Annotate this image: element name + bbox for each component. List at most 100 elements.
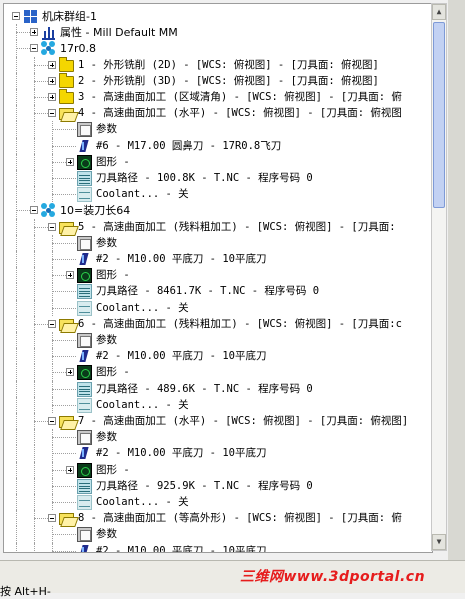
tree-row[interactable]: 图形 - (4, 461, 432, 479)
tool-icon (77, 252, 92, 267)
tree-connector-line (34, 153, 35, 170)
tree-connector-line (52, 129, 76, 131)
expand-icon[interactable] (66, 157, 74, 166)
tree-connector-line (34, 396, 35, 413)
tree-connector-line (34, 494, 35, 511)
tree-connector-line (16, 283, 17, 300)
scroll-down-button[interactable]: ▼ (432, 534, 446, 550)
tree-row[interactable]: 4 - 高速曲面加工 (水平) - [WCS: 俯视图] - [刀具面: 俯视图 (4, 105, 432, 122)
tree-row[interactable]: 图形 - (4, 153, 432, 171)
tree-row[interactable]: 刀具路径 - 100.8K - T.NC - 程序号码 0 (4, 170, 432, 187)
tree-connector-line (34, 332, 35, 349)
tree-connector-line (34, 299, 35, 316)
tree-connector-line (34, 121, 35, 138)
tree-item-label: 参数 (96, 123, 117, 136)
scroll-up-button[interactable]: ▲ (432, 4, 446, 20)
machine-group-icon (23, 9, 38, 24)
collapse-icon[interactable] (12, 12, 20, 20)
tree-row[interactable]: 8 - 高速曲面加工 (等高外形) - [WCS: 俯视图] - [刀具面: 俯 (4, 510, 432, 527)
operation-folder-open-icon (59, 513, 74, 526)
tree-connector-line (52, 259, 76, 260)
coolant-icon (77, 495, 92, 510)
tree-row[interactable]: 10=装刀长64 (4, 202, 432, 219)
tree-row[interactable]: 5 - 高速曲面加工 (残料粗加工) - [WCS: 俯视图] - [刀具面: (4, 218, 432, 236)
tree-connector-line (34, 323, 48, 325)
tree-connector-line (34, 113, 48, 115)
tree-row[interactable]: #2 - M10.00 平底刀 - 10平底刀 (4, 542, 432, 552)
tree-connector-line (16, 413, 17, 430)
tree-connector-line (16, 186, 17, 203)
collapse-icon[interactable] (48, 109, 56, 118)
collapse-icon[interactable] (48, 222, 56, 231)
tree-row[interactable]: 3 - 高速曲面加工 (区域清角) - [WCS: 俯视图] - [刀具面: 俯 (4, 89, 432, 106)
operation-folder-icon (59, 56, 74, 72)
tree-connector-line (16, 32, 30, 34)
tree-item-label: 17r0.8 (60, 42, 97, 56)
tree-row[interactable]: 参数 (4, 234, 432, 252)
tree-row[interactable]: Coolant... - 关 (4, 299, 432, 317)
expand-icon[interactable] (48, 60, 56, 69)
tree-row[interactable]: 1 - 外形铣削 (2D) - [WCS: 俯视图] - [刀具面: 俯视图] (4, 56, 432, 74)
tree-row[interactable]: #2 - M10.00 平底刀 - 10平底刀 (4, 251, 432, 268)
tree-connector-line (16, 210, 30, 212)
tree-row[interactable]: 参数 (4, 332, 432, 349)
tree-row[interactable]: Coolant... - 关 (4, 494, 432, 511)
operation-folder-open-icon (59, 108, 74, 121)
tool-icon (77, 544, 92, 552)
collapse-icon[interactable] (48, 514, 56, 523)
tree-row[interactable]: 2 - 外形铣削 (3D) - [WCS: 俯视图] - [刀具面: 俯视图] (4, 72, 432, 90)
tree-connector-line (16, 218, 17, 235)
toolpath-icon (77, 478, 92, 494)
tree-row[interactable]: 17r0.8 (4, 40, 432, 57)
tree-row[interactable]: 机床群组-1 (4, 8, 432, 25)
expand-icon[interactable] (30, 28, 38, 37)
tree-item-label: 刀具路径 - 8461.7K - T.NC - 程序号码 0 (96, 285, 320, 298)
tree-connector-line (16, 89, 17, 106)
tree-connector-line (34, 526, 35, 543)
operations-tree[interactable]: 机床群组-1 属性 - Mill Default MM 17r0.8 1 - 外形铣削… (3, 3, 433, 553)
tree-row[interactable]: #2 - M10.00 平底刀 - 10平底刀 (4, 445, 432, 462)
tree-row[interactable]: 6 - 高速曲面加工 (残料粗加工) - [WCS: 俯视图] - [刀具面:c (4, 315, 432, 333)
tree-row[interactable]: 刀具路径 - 925.9K - T.NC - 程序号码 0 (4, 477, 432, 495)
tree-row[interactable]: 图形 - (4, 364, 432, 381)
scroll-thumb[interactable] (433, 22, 445, 208)
tree-row[interactable]: 刀具路径 - 8461.7K - T.NC - 程序号码 0 (4, 283, 432, 300)
tree-row[interactable]: 参数 (4, 121, 432, 138)
tree-item-label: Coolant... - 关 (96, 188, 189, 201)
tree-connector-line (52, 178, 76, 179)
collapse-icon[interactable] (48, 417, 56, 425)
tree-row[interactable]: Coolant... - 关 (4, 396, 432, 414)
tree-connector-line (52, 372, 66, 374)
tree-row[interactable]: 参数 (4, 526, 432, 543)
expand-icon[interactable] (66, 465, 74, 474)
tree-row[interactable]: Coolant... - 关 (4, 186, 432, 203)
collapse-icon[interactable] (48, 319, 56, 328)
tree-row[interactable]: 7 - 高速曲面加工 (水平) - [WCS: 俯视图] - [刀具面: 俯视图… (4, 413, 432, 430)
tree-row[interactable]: 图形 - (4, 267, 432, 284)
tree-item-label: #2 - M10.00 平底刀 - 10平底刀 (96, 253, 267, 265)
expand-icon[interactable] (48, 93, 56, 101)
expand-icon[interactable] (48, 76, 56, 85)
tree-connector-line (16, 137, 17, 154)
coolant-icon (77, 187, 92, 203)
tree-row[interactable]: 属性 - Mill Default MM (4, 24, 432, 41)
tree-row[interactable]: #2 - M10.00 平底刀 - 10平底刀 (4, 348, 432, 365)
expand-icon[interactable] (66, 271, 74, 280)
tree-connector-line (52, 275, 66, 277)
toolpath-manager-window: 机床群组-1 属性 - Mill Default MM 17r0.8 1 - 外形铣削… (0, 0, 465, 598)
tree-row[interactable]: #6 - M17.00 圆鼻刀 - 17R0.8飞刀 (4, 137, 432, 155)
vertical-scrollbar[interactable]: ▲ ▼ (431, 3, 447, 551)
status-text: 按 Alt+H- (0, 585, 51, 598)
expand-icon[interactable] (66, 368, 74, 377)
collapse-icon[interactable] (30, 206, 38, 215)
tree-connector-line (34, 461, 35, 478)
tree-row[interactable]: 参数 (4, 429, 432, 446)
tree-row[interactable]: 刀具路径 - 489.6K - T.NC - 程序号码 0 (4, 380, 432, 398)
tree-connector-line (34, 251, 35, 268)
collapse-icon[interactable] (30, 44, 38, 53)
tree-connector-line (34, 542, 35, 552)
tool-group-icon (41, 41, 56, 56)
side-panel-edge (448, 0, 465, 560)
tree-connector-line (52, 307, 76, 309)
tool-icon (77, 139, 92, 154)
